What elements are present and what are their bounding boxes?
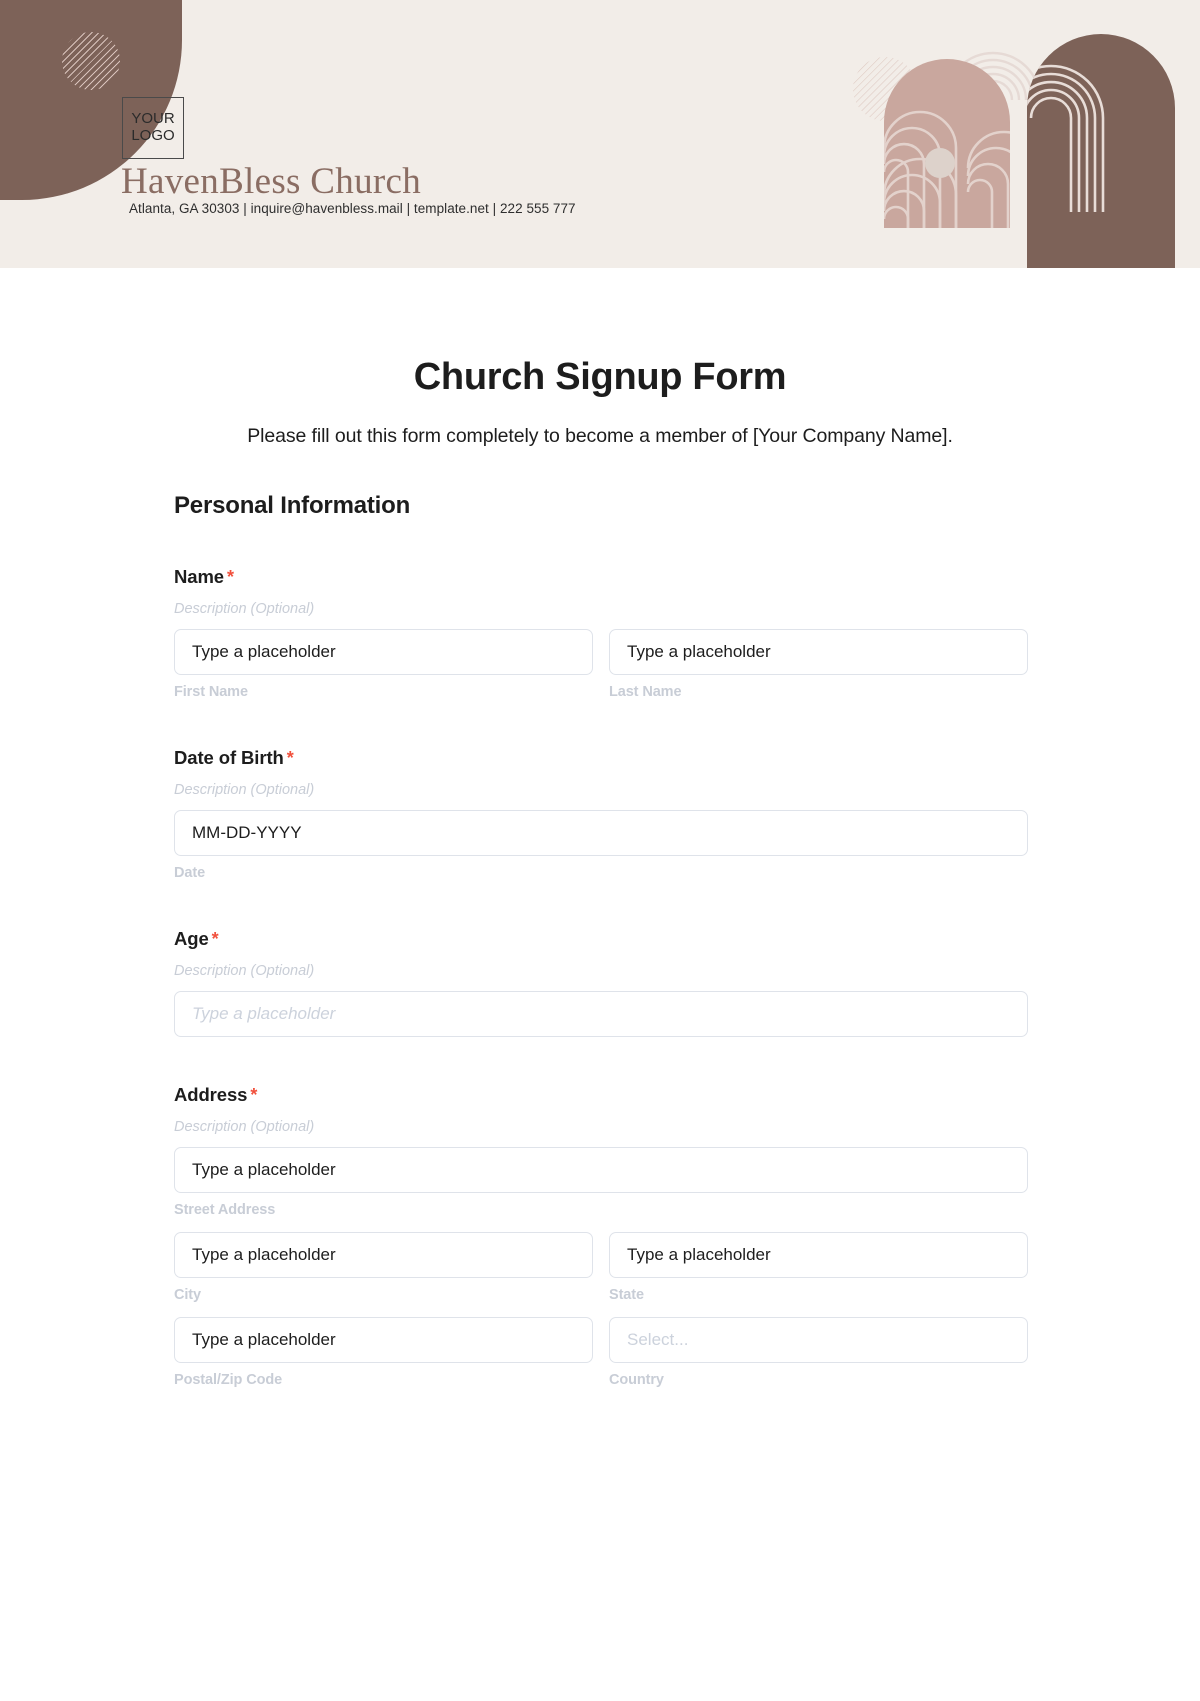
page-header: YOUR LOGO HavenBless Church Atlanta, GA … (0, 0, 1200, 268)
street-address-input[interactable]: Type a placeholder (174, 1147, 1028, 1193)
brand-name: HavenBless Church (121, 161, 422, 202)
field-label-address: Address * (174, 1084, 1028, 1106)
sub-label-first-name: First Name (174, 684, 248, 700)
sub-label-street-address: Street Address (174, 1202, 276, 1218)
state-input[interactable]: Type a placeholder (609, 1232, 1028, 1278)
field-label-date-of-birth: Date of Birth * (174, 747, 1028, 769)
field-description-age: Description (Optional) (174, 963, 315, 979)
logo-placeholder-box: YOUR LOGO (122, 97, 184, 159)
field-row-age: Type a placeholder (174, 991, 1028, 1037)
section-heading-personal-information: Personal Information (174, 492, 411, 519)
form-body: Church Signup Form Please fill out this … (0, 268, 1200, 1388)
field-description-date-of-birth: Description (Optional) (174, 782, 315, 798)
sub-label-state: State (609, 1287, 644, 1303)
last-name-input[interactable]: Type a placeholder (609, 629, 1028, 675)
field-row-city-state: Type a placeholder City Type a placehold… (174, 1232, 1028, 1303)
field-date-of-birth: Date of Birth * Description (Optional) MM… (172, 747, 1028, 881)
logo-line-1: YOUR (131, 110, 175, 128)
sub-label-last-name: Last Name (609, 684, 682, 700)
field-label-text: Date of Birth (174, 747, 284, 768)
required-asterisk: * (286, 748, 294, 768)
field-row-street-address: Type a placeholder Street Address (174, 1147, 1028, 1218)
required-asterisk: * (227, 567, 234, 587)
field-row-name: Type a placeholder First Name Type a pla… (174, 629, 1028, 700)
field-label-text: Age (174, 928, 209, 949)
sub-label-city: City (174, 1287, 201, 1303)
country-select[interactable]: Select... (609, 1317, 1028, 1363)
brand-contact-line: Atlanta, GA 30303 | inquire@havenbless.m… (129, 201, 576, 216)
page-title: Church Signup Form (413, 356, 787, 398)
field-row-zip-country: Type a placeholder Postal/Zip Code Selec… (174, 1317, 1028, 1388)
first-name-input[interactable]: Type a placeholder (174, 629, 593, 675)
hatched-circle-icon (62, 32, 120, 90)
decorative-arches-group (760, 0, 1200, 268)
required-asterisk: * (250, 1085, 258, 1105)
postal-zip-code-input[interactable]: Type a placeholder (174, 1317, 593, 1363)
field-age: Age * Description (Optional) Type a place… (172, 928, 1028, 1037)
logo-line-2: LOGO (131, 127, 175, 144)
field-label-text: Address (174, 1084, 248, 1105)
field-label-text: Name (174, 566, 224, 587)
field-address: Address * Description (Optional) Type a p… (172, 1084, 1028, 1388)
field-label-age: Age * (174, 928, 1028, 950)
sub-label-country: Country (609, 1372, 664, 1388)
field-label-name: Name * (174, 566, 1028, 588)
field-description-address: Description (Optional) (174, 1119, 315, 1135)
sub-label-date: Date (174, 865, 206, 881)
field-description-name: Description (Optional) (174, 601, 315, 617)
date-of-birth-input[interactable]: MM-DD-YYYY (174, 810, 1028, 856)
age-input[interactable]: Type a placeholder (174, 991, 1028, 1037)
city-input[interactable]: Type a placeholder (174, 1232, 593, 1278)
required-asterisk: * (211, 929, 219, 949)
field-row-date-of-birth: MM-DD-YYYY Date (174, 810, 1028, 881)
page-subtitle: Please fill out this form completely to … (247, 425, 953, 447)
sub-label-postal-zip-code: Postal/Zip Code (174, 1372, 283, 1388)
field-name: Name * Description (Optional) Type a plac… (172, 566, 1028, 700)
